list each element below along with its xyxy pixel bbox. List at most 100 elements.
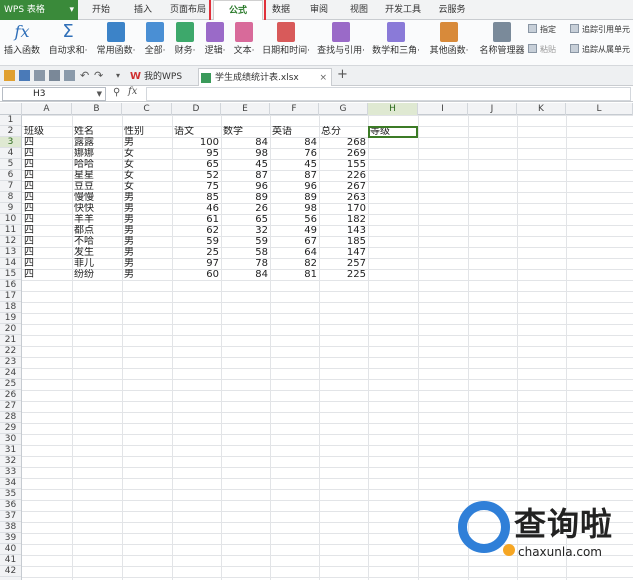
row-header-31[interactable]: 31 [0, 445, 21, 456]
cell[interactable]: 男 [122, 192, 172, 203]
row-header-34[interactable]: 34 [0, 478, 21, 489]
logic-button[interactable]: 逻辑· [201, 22, 229, 64]
formula-input[interactable] [146, 87, 631, 101]
cell[interactable]: 67 [270, 236, 319, 247]
cell[interactable]: 95 [172, 148, 221, 159]
cell[interactable]: 87 [270, 170, 319, 181]
cell[interactable]: 96 [221, 181, 270, 192]
cell[interactable]: 84 [270, 137, 319, 148]
cell[interactable]: 四 [22, 236, 72, 247]
row-header-8[interactable]: 8 [0, 192, 21, 203]
tab-home[interactable]: 开始 [84, 0, 118, 20]
cell[interactable]: 45 [221, 159, 270, 170]
cell[interactable]: 女 [122, 181, 172, 192]
cell[interactable]: 娜娜 [72, 148, 122, 159]
define-name-button[interactable]: 指定 [528, 24, 556, 35]
paste-name-button[interactable]: 粘贴 [528, 44, 556, 55]
cell[interactable]: 52 [172, 170, 221, 181]
row-header-41[interactable]: 41 [0, 555, 21, 566]
row-header-13[interactable]: 13 [0, 247, 21, 258]
cell[interactable]: 男 [122, 137, 172, 148]
row-header-42[interactable]: 42 [0, 566, 21, 577]
finance-button[interactable]: 财务· [170, 22, 200, 64]
row-header-27[interactable]: 27 [0, 401, 21, 412]
cell[interactable]: 男 [122, 236, 172, 247]
cell[interactable]: 四 [22, 181, 72, 192]
cell[interactable]: 四 [22, 247, 72, 258]
cell[interactable]: 女 [122, 148, 172, 159]
cell[interactable]: 98 [221, 148, 270, 159]
cell[interactable]: 97 [172, 258, 221, 269]
cell[interactable]: 四 [22, 170, 72, 181]
row-header-17[interactable]: 17 [0, 291, 21, 302]
cell[interactable]: 60 [172, 269, 221, 280]
cell[interactable]: 257 [319, 258, 368, 269]
undo-icon[interactable]: ↶ [80, 70, 91, 81]
column-header-k[interactable]: K [517, 103, 566, 115]
column-header-h[interactable]: H [368, 103, 418, 115]
row-header-15[interactable]: 15 [0, 269, 21, 280]
active-cell-h3[interactable] [368, 126, 418, 138]
tab-page-layout[interactable]: 页面布局 [166, 0, 210, 20]
column-header-i[interactable]: I [418, 103, 468, 115]
row-header-28[interactable]: 28 [0, 412, 21, 423]
math-trig-button[interactable]: 数学和三角· [370, 22, 422, 64]
cell[interactable]: 男 [122, 214, 172, 225]
row-header-29[interactable]: 29 [0, 423, 21, 434]
row-header-36[interactable]: 36 [0, 500, 21, 511]
row-header-16[interactable]: 16 [0, 280, 21, 291]
cell[interactable]: 英语 [270, 126, 319, 137]
cell[interactable]: 语文 [172, 126, 221, 137]
text-button[interactable]: 文本· [230, 22, 258, 64]
redo-icon[interactable]: ↷ [94, 70, 105, 81]
select-all-corner[interactable] [0, 103, 22, 115]
cell[interactable]: 男 [122, 203, 172, 214]
print-preview-icon[interactable] [34, 70, 45, 81]
cell[interactable]: 都点 [72, 225, 122, 236]
row-header-40[interactable]: 40 [0, 544, 21, 555]
cell[interactable]: 慢慢 [72, 192, 122, 203]
row-header-38[interactable]: 38 [0, 522, 21, 533]
column-header-c[interactable]: C [122, 103, 172, 115]
cell[interactable]: 98 [270, 203, 319, 214]
row-header-7[interactable]: 7 [0, 181, 21, 192]
print-icon[interactable] [49, 70, 60, 81]
cell[interactable]: 性别 [122, 126, 172, 137]
cell[interactable]: 263 [319, 192, 368, 203]
cell[interactable]: 45 [270, 159, 319, 170]
tab-document[interactable]: 学生成绩统计表.xlsx × [198, 68, 332, 86]
cell[interactable]: 男 [122, 247, 172, 258]
cell[interactable]: 羊羊 [72, 214, 122, 225]
cell[interactable]: 64 [270, 247, 319, 258]
tab-cloud[interactable]: 云服务 [430, 0, 474, 20]
cell[interactable]: 男 [122, 225, 172, 236]
cell[interactable]: 76 [270, 148, 319, 159]
row-header-4[interactable]: 4 [0, 148, 21, 159]
row-header-33[interactable]: 33 [0, 467, 21, 478]
lookup-reference-button[interactable]: 查找与引用· [316, 22, 366, 64]
row-header-12[interactable]: 12 [0, 236, 21, 247]
column-header-l[interactable]: L [566, 103, 633, 115]
row-header-6[interactable]: 6 [0, 170, 21, 181]
cell[interactable]: 182 [319, 214, 368, 225]
cell[interactable]: 59 [221, 236, 270, 247]
cell[interactable]: 89 [270, 192, 319, 203]
cell[interactable]: 89 [221, 192, 270, 203]
insert-function-button[interactable]: fx 插入函数 [2, 22, 42, 64]
cell[interactable]: 女 [122, 159, 172, 170]
row-header-10[interactable]: 10 [0, 214, 21, 225]
cell[interactable]: 81 [270, 269, 319, 280]
cell[interactable]: 豆豆 [72, 181, 122, 192]
row-header-30[interactable]: 30 [0, 434, 21, 445]
cell[interactable]: 四 [22, 258, 72, 269]
row-header-14[interactable]: 14 [0, 258, 21, 269]
cell[interactable]: 四 [22, 225, 72, 236]
row-header-22[interactable]: 22 [0, 346, 21, 357]
cell[interactable]: 哈哈 [72, 159, 122, 170]
column-header-f[interactable]: F [270, 103, 319, 115]
name-box[interactable]: H3 ▼ [2, 87, 106, 101]
column-header-a[interactable]: A [22, 103, 72, 115]
cell[interactable]: 65 [221, 214, 270, 225]
cell[interactable]: 65 [172, 159, 221, 170]
tab-data[interactable]: 数据 [264, 0, 298, 20]
